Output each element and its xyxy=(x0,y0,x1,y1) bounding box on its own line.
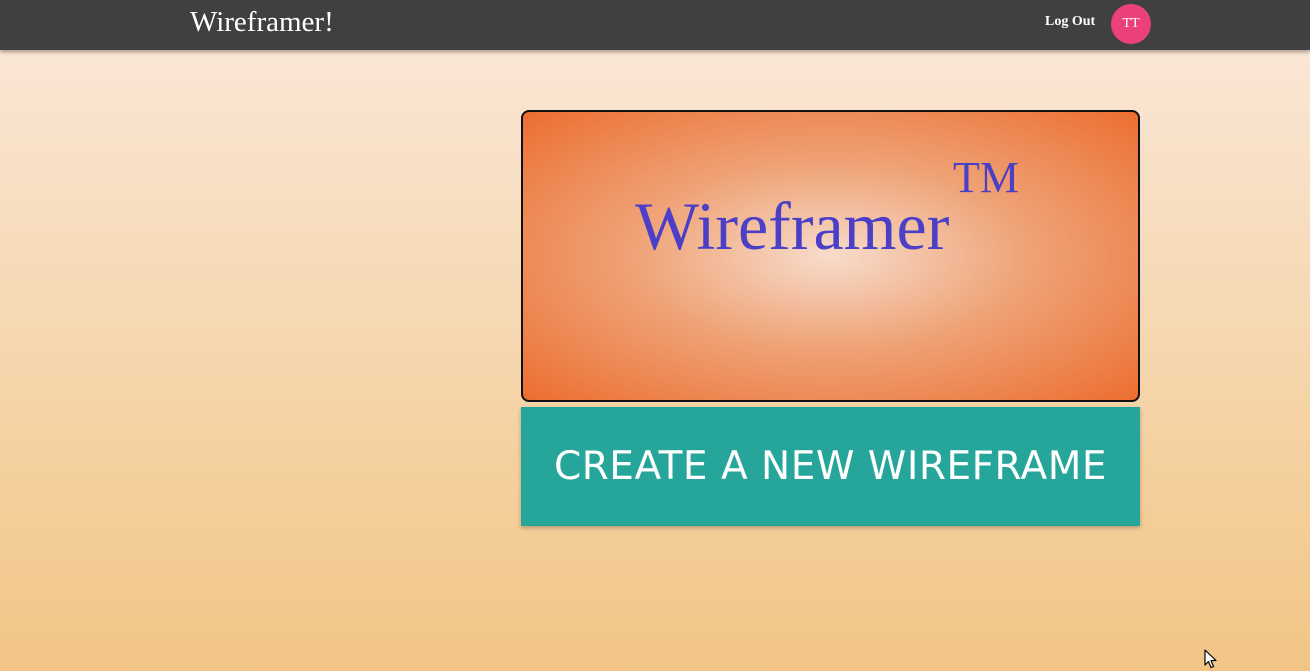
logout-link[interactable]: Log Out xyxy=(1045,13,1095,31)
trademark-mark: TM xyxy=(953,153,1019,202)
wireframer-banner: Wireframer TM xyxy=(521,110,1140,402)
brand-logo-link[interactable]: Wireframer! xyxy=(190,3,334,41)
create-new-wireframe-button[interactable]: CREATE A NEW WIREFRAME xyxy=(521,407,1140,526)
banner-title: Wireframer xyxy=(635,188,950,264)
mouse-pointer-icon xyxy=(1204,649,1217,669)
top-navbar: Wireframer! Log Out TT xyxy=(0,0,1310,50)
user-avatar[interactable]: TT xyxy=(1111,4,1151,44)
